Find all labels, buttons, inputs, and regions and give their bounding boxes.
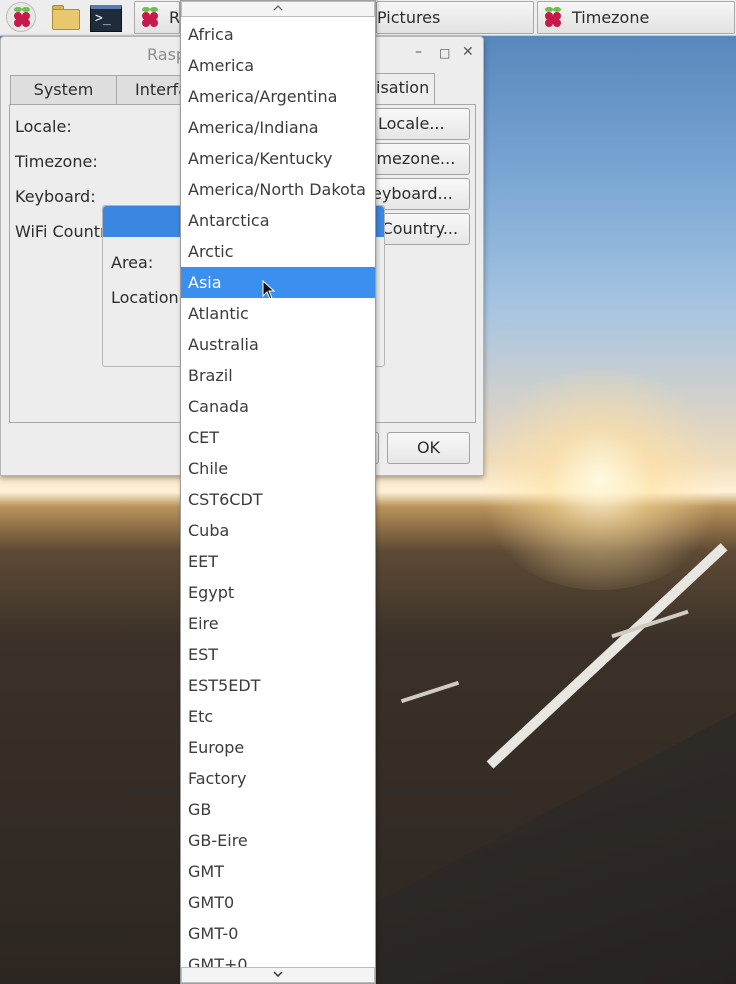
raspberry-icon bbox=[141, 7, 159, 27]
dropdown-option[interactable]: GMT bbox=[181, 856, 375, 887]
dropdown-option[interactable]: America/Indiana bbox=[181, 112, 375, 143]
terminal-icon: >_ bbox=[90, 5, 122, 32]
dropdown-option[interactable]: Chile bbox=[181, 453, 375, 484]
taskbar-item-label: Timezone bbox=[572, 8, 650, 27]
chevron-up-icon bbox=[273, 5, 283, 11]
dropdown-option[interactable]: America bbox=[181, 50, 375, 81]
location-label: Location: bbox=[111, 288, 185, 307]
dropdown-option[interactable]: America/North Dakota bbox=[181, 174, 375, 205]
locale-label: Locale: bbox=[15, 117, 72, 136]
tab-localisation[interactable]: isation bbox=[371, 73, 435, 104]
sunset-glow bbox=[470, 370, 730, 590]
dropdown-option[interactable]: Canada bbox=[181, 391, 375, 422]
minimize-icon[interactable]: – bbox=[415, 44, 422, 60]
set-keyboard-button[interactable]: eyboard... bbox=[371, 178, 470, 210]
dropdown-option[interactable]: Arctic bbox=[181, 236, 375, 267]
taskbar-item-pictures[interactable]: Pictures bbox=[376, 1, 534, 34]
dropdown-option[interactable]: Eire bbox=[181, 608, 375, 639]
file-manager-button[interactable] bbox=[50, 2, 82, 34]
timezone-label: Timezone: bbox=[15, 152, 98, 171]
dropdown-option[interactable]: CST6CDT bbox=[181, 484, 375, 515]
ok-button[interactable]: OK bbox=[387, 432, 470, 464]
set-wifi-country-button[interactable]: i Country... bbox=[371, 213, 470, 245]
dropdown-option[interactable]: GB-Eire bbox=[181, 825, 375, 856]
close-icon[interactable]: ✕ bbox=[462, 44, 474, 60]
area-label: Area: bbox=[111, 253, 154, 272]
set-locale-button[interactable]: Locale... bbox=[371, 108, 470, 140]
tab-system[interactable]: System bbox=[10, 75, 117, 104]
dropdown-option[interactable]: America/Kentucky bbox=[181, 143, 375, 174]
taskbar-item-label: R bbox=[169, 8, 180, 27]
dropdown-option[interactable]: Brazil bbox=[181, 360, 375, 391]
dropdown-options: Africa America America/Argentina America/In… bbox=[181, 19, 375, 980]
dropdown-option[interactable]: GMT-0 bbox=[181, 918, 375, 949]
dropdown-option[interactable]: GB bbox=[181, 794, 375, 825]
dropdown-option[interactable]: EST5EDT bbox=[181, 670, 375, 701]
dropdown-option[interactable]: Europe bbox=[181, 732, 375, 763]
road-marking bbox=[400, 680, 460, 704]
keyboard-label: Keyboard: bbox=[15, 187, 96, 206]
terminal-button[interactable]: >_ bbox=[90, 2, 122, 34]
taskbar-item-label: Pictures bbox=[377, 8, 441, 27]
dropdown-option[interactable]: America/Argentina bbox=[181, 81, 375, 112]
dropdown-option[interactable]: EET bbox=[181, 546, 375, 577]
taskbar-item-timezone[interactable]: Timezone bbox=[537, 1, 735, 34]
dropdown-option[interactable]: Africa bbox=[181, 19, 375, 50]
area-dropdown-list[interactable]: Africa America America/Argentina America/In… bbox=[180, 0, 376, 984]
dropdown-option[interactable]: CET bbox=[181, 422, 375, 453]
dropdown-option[interactable]: Atlantic bbox=[181, 298, 375, 329]
raspberry-icon bbox=[13, 7, 31, 27]
dropdown-option[interactable]: EST bbox=[181, 639, 375, 670]
taskbar-item-raspi-config[interactable]: R bbox=[134, 1, 180, 34]
dropdown-option[interactable]: Australia bbox=[181, 329, 375, 360]
dropdown-option[interactable]: Etc bbox=[181, 701, 375, 732]
chevron-down-icon bbox=[273, 971, 283, 978]
maximize-icon[interactable]: □ bbox=[439, 46, 450, 60]
raspberry-icon bbox=[544, 7, 562, 27]
scroll-down-button[interactable] bbox=[181, 967, 375, 983]
scroll-up-button[interactable] bbox=[181, 1, 375, 17]
dropdown-option[interactable]: Antarctica bbox=[181, 205, 375, 236]
wifi-country-label: WiFi Country bbox=[15, 222, 117, 241]
raspberry-menu-button[interactable] bbox=[6, 2, 38, 34]
set-timezone-button[interactable]: imezone... bbox=[371, 143, 470, 175]
dropdown-option[interactable]: GMT0 bbox=[181, 887, 375, 918]
mouse-cursor-icon bbox=[262, 280, 276, 300]
dropdown-option[interactable]: Cuba bbox=[181, 515, 375, 546]
dropdown-option[interactable]: Factory bbox=[181, 763, 375, 794]
dropdown-option[interactable]: Egypt bbox=[181, 577, 375, 608]
tab-interfaces[interactable]: Interfa bbox=[116, 75, 186, 104]
dropdown-option[interactable]: Asia bbox=[181, 267, 375, 298]
